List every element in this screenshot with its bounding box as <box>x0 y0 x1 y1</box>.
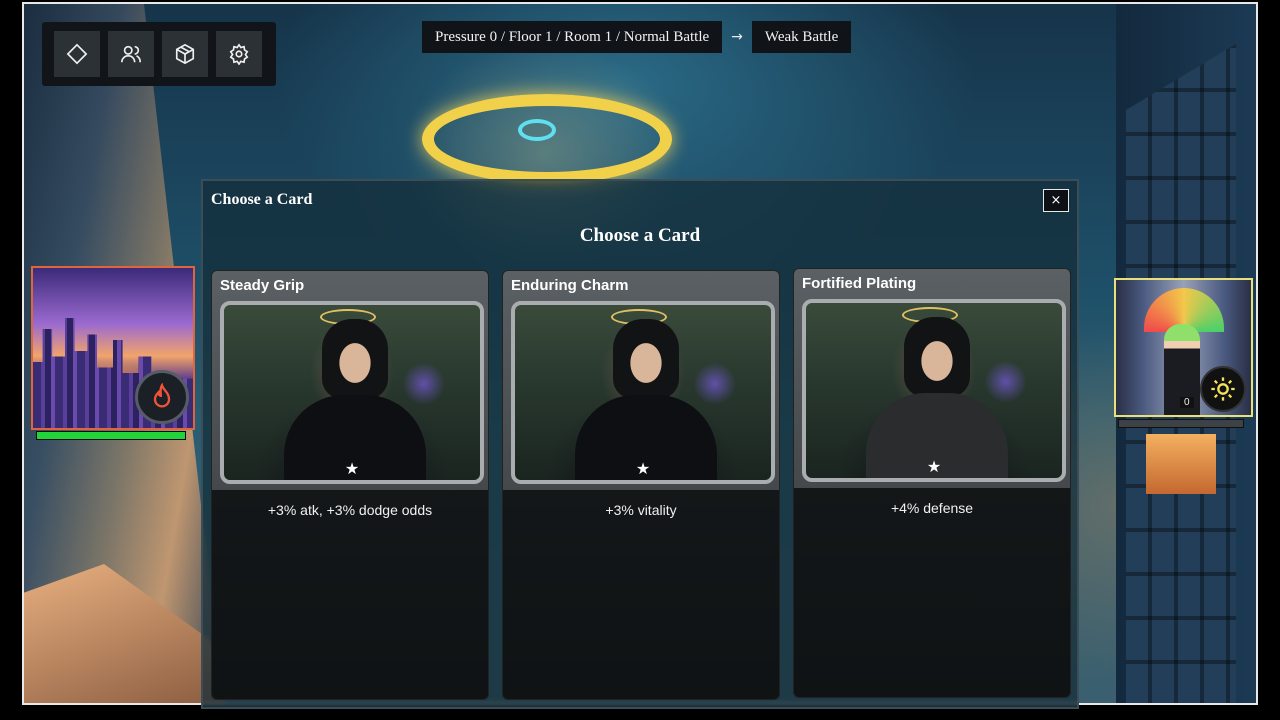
light-element-badge <box>1200 366 1246 412</box>
inventory-button[interactable] <box>162 31 208 77</box>
party-member-left-portrait[interactable] <box>31 266 195 430</box>
card-artwork: ★ <box>220 301 484 484</box>
settings-button[interactable] <box>216 31 262 77</box>
diamond-icon <box>66 43 88 65</box>
modal-heading: Choose a Card <box>579 225 701 246</box>
next-room-label: Weak Battle <box>751 21 852 53</box>
choose-card-modal: Choose a Card × Choose a Card Steady Gri… <box>201 179 1079 709</box>
character-head-art <box>613 319 679 399</box>
party-button[interactable] <box>108 31 154 77</box>
card-description: +3% vitality <box>503 490 779 699</box>
fire-element-badge <box>135 370 189 424</box>
party-member-left-hp-bar <box>36 431 186 440</box>
character-head-art <box>904 317 970 397</box>
cube-icon <box>175 43 195 65</box>
map-button[interactable] <box>54 31 100 77</box>
fire-icon <box>153 383 171 408</box>
modal-title: Choose a Card <box>211 191 313 208</box>
hp-fill <box>37 432 185 439</box>
card-option-fortified-plating[interactable]: Fortified Plating ★ +4% defense <box>793 268 1071 698</box>
card-artwork: ★ <box>802 299 1066 482</box>
main-toolbar <box>42 22 276 86</box>
party-member-right-portrait[interactable]: 0 <box>1114 278 1253 417</box>
battle-breadcrumb: Pressure 0 / Floor 1 / Room 1 / Normal B… <box>422 21 852 53</box>
level-tag: 0 <box>1180 397 1194 408</box>
card-name: Steady Grip <box>220 277 305 294</box>
card-name: Fortified Plating <box>802 275 917 292</box>
character-head-art <box>322 319 388 399</box>
current-room-label: Pressure 0 / Floor 1 / Room 1 / Normal B… <box>422 21 723 53</box>
arrow-right-icon: → <box>731 29 743 45</box>
users-icon <box>121 45 141 63</box>
party-member-right-hp-bar <box>1118 419 1244 428</box>
background-halo-small <box>518 119 556 141</box>
background-lit-window <box>1146 434 1216 494</box>
star-rating: ★ <box>344 459 360 478</box>
card-description: +4% defense <box>794 488 1070 697</box>
gear-icon <box>229 43 249 65</box>
close-button[interactable]: × <box>1043 189 1069 212</box>
card-name: Enduring Charm <box>511 277 629 294</box>
card-artwork: ★ <box>511 301 775 484</box>
card-description: +3% atk, +3% dodge odds <box>212 490 488 699</box>
star-rating: ★ <box>635 459 651 478</box>
card-option-steady-grip[interactable]: Steady Grip ★ +3% atk, +3% dodge odds <box>211 270 489 700</box>
sun-icon <box>1211 377 1235 401</box>
card-option-enduring-charm[interactable]: Enduring Charm ★ +3% vitality <box>502 270 780 700</box>
star-rating: ★ <box>926 457 942 476</box>
